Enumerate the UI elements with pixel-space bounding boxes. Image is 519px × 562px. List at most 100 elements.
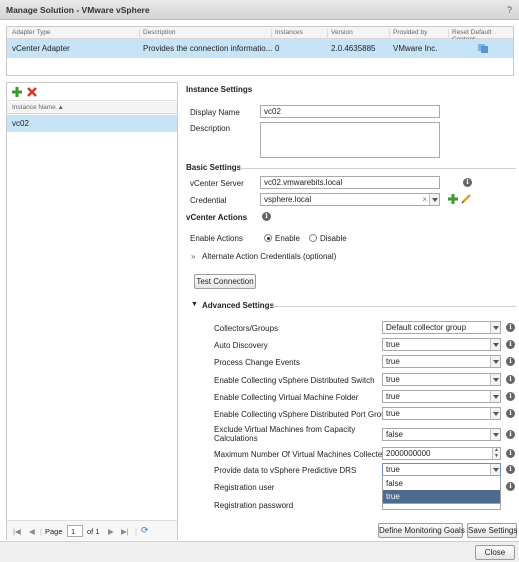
info-icon: i [506, 323, 515, 332]
chevron-down-icon[interactable] [490, 339, 500, 350]
port-group-label: Enable Collecting vSphere Distributed Po… [214, 410, 391, 419]
col-provided-by[interactable]: Provided by [393, 29, 427, 36]
process-change-events-select[interactable]: true [382, 355, 501, 368]
instance-list-item[interactable]: vc02 [7, 115, 177, 132]
chevron-down-icon[interactable] [490, 322, 500, 333]
registration-password-label: Registration password [214, 501, 294, 510]
chevron-double-down-icon[interactable]: » [191, 252, 195, 261]
adapter-description-cell: Provides the connection informatio... [143, 44, 273, 53]
page-input[interactable]: 1 [67, 525, 83, 537]
enable-actions-label: Enable Actions [190, 234, 243, 243]
advanced-settings-title[interactable]: Advanced Settings [202, 301, 274, 310]
dropdown-option-true[interactable]: true [383, 490, 500, 503]
adapter-instances-cell: 0 [275, 44, 280, 53]
chevron-down-icon[interactable] [490, 429, 500, 440]
reset-content-icon[interactable] [477, 43, 489, 54]
predictive-drs-value: true [386, 465, 400, 474]
instance-settings-title: Instance Settings [186, 85, 253, 94]
exclude-vms-value: false [386, 430, 403, 439]
col-adapter-type[interactable]: Adapter Type [12, 29, 51, 36]
chevron-down-icon[interactable] [490, 374, 500, 385]
col-version[interactable]: Version [331, 29, 353, 36]
info-icon: i [506, 375, 515, 384]
disable-radio-label: Disable [320, 234, 347, 243]
vcenter-server-input[interactable]: vc02.vmwarebits.local [260, 176, 440, 189]
predictive-drs-label: Provide data to vSphere Predictive DRS [214, 466, 357, 475]
display-name-label: Display Name [190, 108, 240, 117]
max-vms-input[interactable]: 2000000000 ▲ ▼ [382, 447, 501, 460]
predictive-drs-dropdown[interactable]: false true [382, 475, 501, 504]
distributed-switch-label: Enable Collecting vSphere Distributed Sw… [214, 376, 375, 385]
info-icon: i [506, 340, 515, 349]
test-connection-button[interactable]: Test Connection [194, 274, 256, 289]
save-settings-button[interactable]: Save Settings [467, 523, 517, 538]
server-info-icon: i [463, 178, 472, 187]
basic-settings-title: Basic Settings [186, 163, 242, 172]
credential-value: vsphere.local [264, 195, 312, 204]
vm-folder-value: true [386, 392, 400, 401]
edit-credential-icon[interactable] [461, 193, 472, 204]
collectors-groups-value: Default collector group [386, 323, 467, 332]
dropdown-option-false[interactable]: false [383, 477, 500, 490]
exclude-vms-label-line2: Calculations [214, 434, 258, 443]
page-label: Page [45, 527, 63, 536]
info-icon: i [506, 465, 515, 474]
info-icon: i [506, 357, 515, 366]
col-instances[interactable]: Instances [275, 29, 303, 36]
enable-radio-label: Enable [275, 234, 300, 243]
last-page-icon[interactable]: ▶| [121, 527, 129, 536]
add-credential-icon[interactable] [448, 194, 458, 204]
stepper-icon[interactable]: ▲ ▼ [492, 448, 500, 459]
info-icon: i [506, 392, 515, 401]
page-count: of 1 [87, 527, 100, 536]
distributed-switch-select[interactable]: true [382, 373, 501, 386]
port-group-select[interactable]: true [382, 407, 501, 420]
info-icon: i [506, 482, 515, 491]
help-icon[interactable]: ? [507, 5, 512, 15]
process-change-events-value: true [386, 357, 400, 366]
prev-page-icon[interactable]: ◀ [29, 527, 35, 536]
registration-user-label: Registration user [214, 483, 275, 492]
adapter-table: Adapter Type Description Instances Versi… [6, 26, 514, 76]
adapter-type-cell: vCenter Adapter [12, 44, 70, 53]
auto-discovery-label: Auto Discovery [214, 341, 268, 350]
adapter-provider-cell: VMware Inc. [393, 44, 438, 53]
col-description[interactable]: Description [143, 29, 176, 36]
title-bar: Manage Solution - VMware vSphere ? [0, 0, 519, 20]
refresh-icon[interactable]: ⟳ [141, 525, 149, 536]
chevron-down-icon[interactable] [429, 194, 439, 205]
description-input[interactable] [260, 122, 440, 158]
disable-radio[interactable] [309, 234, 317, 242]
chevron-down-icon[interactable] [490, 464, 500, 475]
next-page-icon[interactable]: ▶ [108, 527, 114, 536]
credential-select[interactable]: vsphere.local × [260, 193, 440, 206]
enable-radio[interactable] [264, 234, 272, 242]
window-title: Manage Solution - VMware vSphere [6, 5, 150, 15]
auto-discovery-select[interactable]: true [382, 338, 501, 351]
adapter-row[interactable]: vCenter Adapter Provides the connection … [7, 39, 513, 58]
close-button[interactable]: Close [475, 545, 515, 560]
chevron-down-icon[interactable] [490, 408, 500, 419]
info-icon: i [506, 430, 515, 439]
credential-label: Credential [190, 196, 227, 205]
define-monitoring-goals-button[interactable]: Define Monitoring Goals [378, 523, 465, 538]
max-vms-label: Maximum Number Of Virtual Machines Colle… [214, 450, 387, 459]
pager: |◀ ◀ | Page 1 of 1 ▶ ▶| | ⟳ [7, 520, 177, 540]
display-name-input[interactable]: vc02 [260, 105, 440, 118]
add-icon[interactable] [12, 87, 22, 97]
first-page-icon[interactable]: |◀ [13, 527, 21, 536]
chevron-down-icon[interactable] [490, 356, 500, 367]
exclude-vms-select[interactable]: false [382, 428, 501, 441]
instance-name-header[interactable]: Instance Name ▲ [7, 102, 177, 114]
collectors-groups-select[interactable]: Default collector group [382, 321, 501, 334]
process-change-events-label: Process Change Events [214, 358, 300, 367]
adapter-table-header: Adapter Type Description Instances Versi… [7, 27, 513, 43]
dialog-footer: Close [0, 541, 519, 562]
chevron-down-icon[interactable] [490, 391, 500, 402]
alternate-credentials-toggle[interactable]: Alternate Action Credentials (optional) [202, 252, 336, 261]
clear-credential-icon[interactable]: × [422, 195, 427, 204]
port-group-value: true [386, 409, 400, 418]
vm-folder-select[interactable]: true [382, 390, 501, 403]
delete-icon[interactable] [27, 87, 37, 97]
collapse-triangle-icon[interactable]: ▼ [191, 301, 198, 308]
